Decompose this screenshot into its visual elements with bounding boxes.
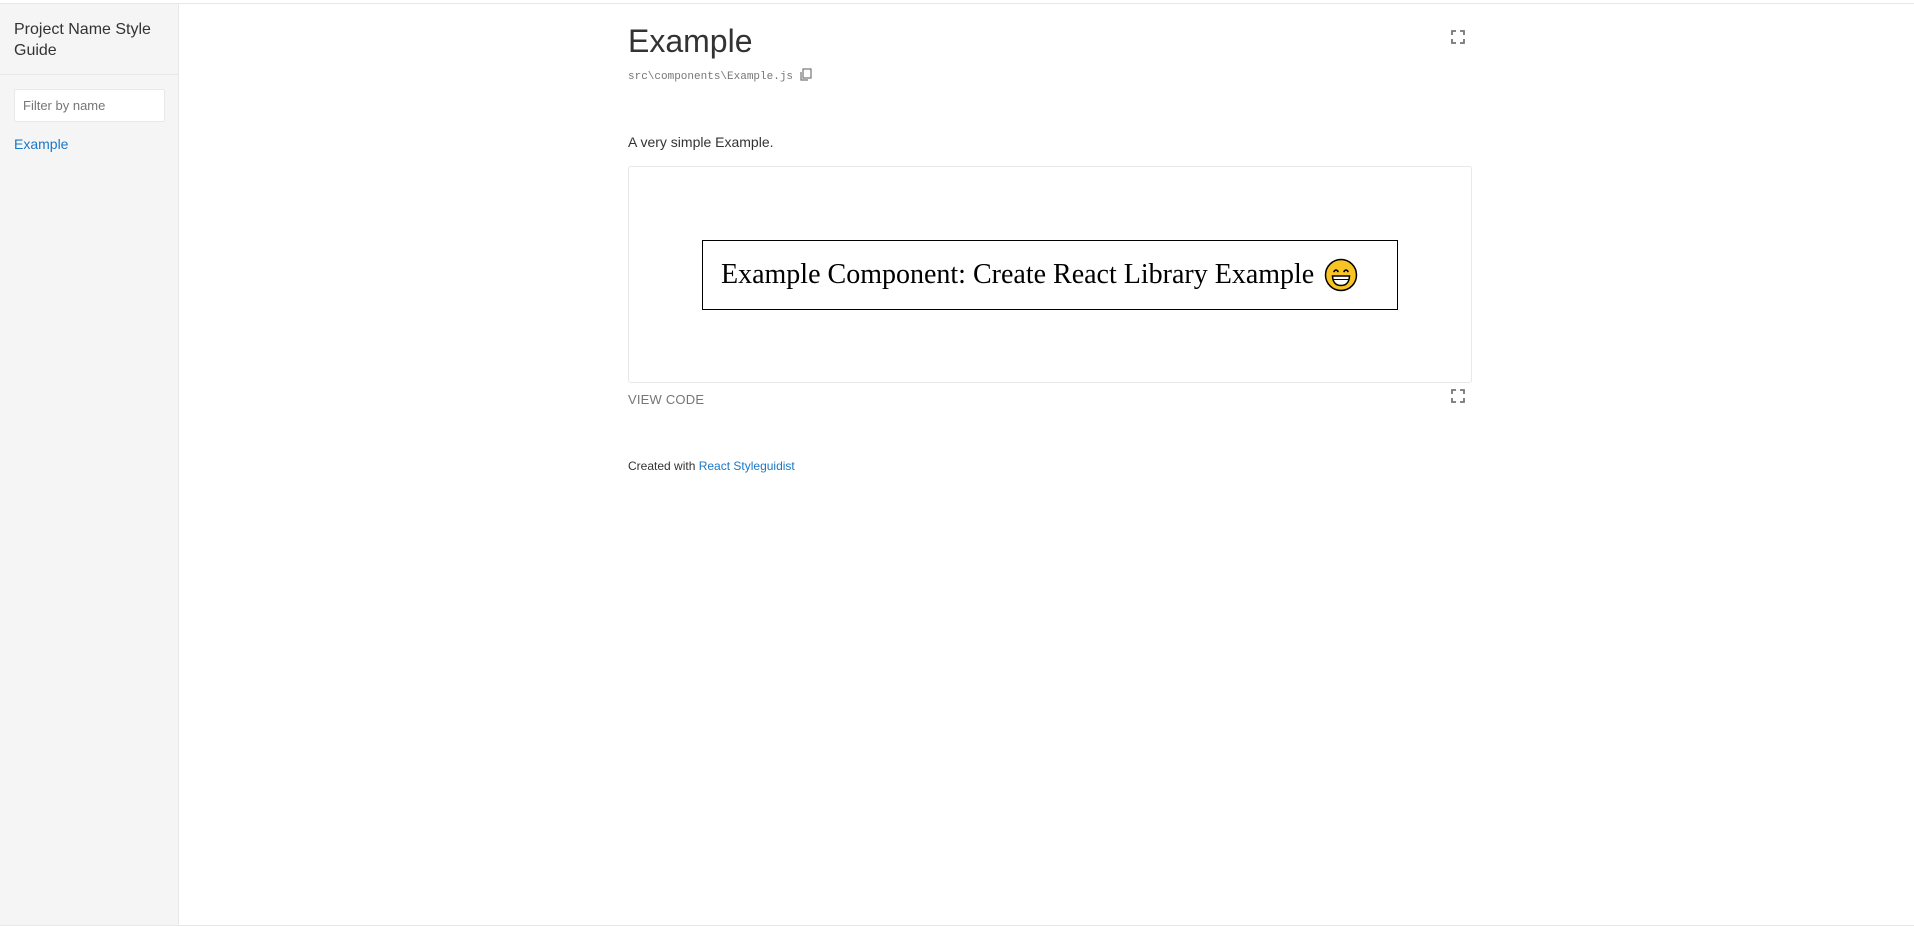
component-description: A very simple Example. xyxy=(628,134,774,150)
example-component: Example Component: Create React Library … xyxy=(702,240,1398,310)
react-styleguidist-link[interactable]: React Styleguidist xyxy=(699,459,795,473)
top-border xyxy=(0,0,1914,4)
filter-wrap xyxy=(0,75,178,122)
footer: Created with React Styleguidist xyxy=(628,459,795,473)
component-path: src\components\Example.js xyxy=(628,68,813,83)
preview-panel: Example Component: Create React Library … xyxy=(628,166,1472,383)
fullscreen-icon[interactable] xyxy=(1451,389,1465,403)
view-code-button[interactable]: VIEW CODE xyxy=(628,392,704,407)
fullscreen-icon[interactable] xyxy=(1451,30,1465,44)
footer-prefix: Created with xyxy=(628,459,696,473)
sidebar-nav: Example xyxy=(0,122,178,154)
component-title: Example xyxy=(628,23,753,59)
sidebar-title: Project Name Style Guide xyxy=(0,4,178,75)
path-text: src\components\Example.js xyxy=(628,71,794,83)
sidebar-item-example[interactable]: Example xyxy=(14,136,68,152)
example-component-text: Example Component: Create React Library … xyxy=(721,259,1315,290)
filter-input[interactable] xyxy=(14,89,165,122)
sidebar: Project Name Style Guide Example xyxy=(0,4,179,925)
grinning-face-icon xyxy=(1324,258,1358,292)
copy-icon[interactable] xyxy=(799,68,813,82)
